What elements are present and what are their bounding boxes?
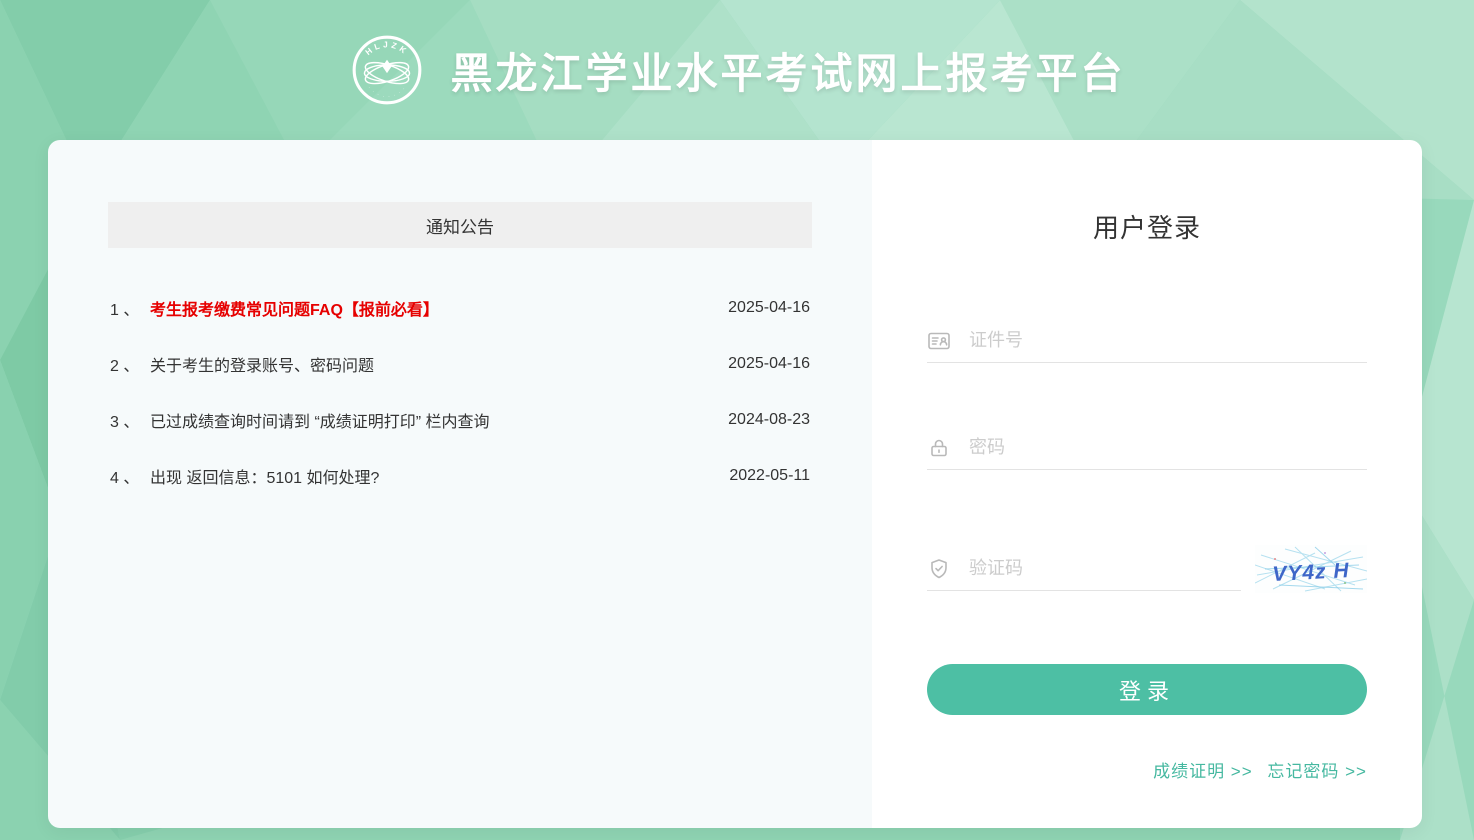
svg-text:· · · · · · · ·: · · · · · · · · — [367, 85, 407, 98]
page-title: 黑龙江学业水平考试网上报考平台 — [450, 40, 1125, 101]
notice-board-title: 通知公告 — [108, 202, 812, 248]
notice-panel: 通知公告 1 、 考生报考缴费常见问题FAQ【报前必看】 2025-04-16 … — [48, 140, 872, 828]
login-title: 用户登录 — [872, 208, 1422, 245]
shield-check-icon — [927, 557, 951, 581]
notice-item-number: 3 、 — [110, 408, 150, 432]
svg-text:VY4z H: VY4z H — [1272, 559, 1350, 586]
notice-item-date: 2024-08-23 — [708, 411, 810, 429]
bottom-links: 成绩证明 >> 忘记密码 >> — [927, 757, 1367, 782]
notice-item-date: 2025-04-16 — [708, 355, 810, 373]
notice-item-number: 1 、 — [110, 296, 150, 320]
page: HLJZK · · · · · · · · 黑龙江学业水平考试网上报考平台 通知… — [0, 0, 1474, 840]
score-certificate-link[interactable]: 成绩证明 >> — [1153, 762, 1253, 781]
captcha-field — [927, 547, 1241, 591]
id-number-field — [927, 319, 1367, 363]
notice-item-1[interactable]: 1 、 考生报考缴费常见问题FAQ【报前必看】 2025-04-16 — [110, 280, 810, 336]
notice-item-3[interactable]: 3 、 已过成绩查询时间请到 “成绩证明打印” 栏内查询 2024-08-23 — [110, 392, 810, 448]
notice-item-date: 2022-05-11 — [709, 467, 810, 485]
brand: HLJZK · · · · · · · · 黑龙江学业水平考试网上报考平台 — [348, 31, 1125, 109]
login-panel: 用户登录 — [872, 140, 1422, 828]
login-button[interactable]: 登录 — [927, 664, 1367, 715]
site-logo-icon: HLJZK · · · · · · · · — [348, 31, 426, 109]
notice-item-link[interactable]: 出现 返回信息：5101 如何处理? — [150, 464, 379, 488]
notice-item-date: 2025-04-16 — [708, 299, 810, 317]
id-card-icon — [927, 329, 951, 353]
lock-icon — [927, 436, 951, 460]
main-card: 通知公告 1 、 考生报考缴费常见问题FAQ【报前必看】 2025-04-16 … — [48, 140, 1422, 828]
captcha-input[interactable] — [969, 558, 1241, 579]
id-number-input[interactable] — [969, 330, 1367, 351]
header: HLJZK · · · · · · · · 黑龙江学业水平考试网上报考平台 — [0, 0, 1474, 140]
captcha-row: VY4z H — [927, 545, 1367, 591]
notice-item-link[interactable]: 考生报考缴费常见问题FAQ【报前必看】 — [150, 296, 439, 320]
notice-item-number: 2 、 — [110, 352, 150, 376]
notice-list: 1 、 考生报考缴费常见问题FAQ【报前必看】 2025-04-16 2 、 关… — [110, 280, 810, 504]
notice-item-link[interactable]: 关于考生的登录账号、密码问题 — [150, 352, 374, 376]
notice-item-link[interactable]: 已过成绩查询时间请到 “成绩证明打印” 栏内查询 — [150, 408, 490, 432]
password-field — [927, 426, 1367, 470]
notice-item-4[interactable]: 4 、 出现 返回信息：5101 如何处理? 2022-05-11 — [110, 448, 810, 504]
notice-item-number: 4 、 — [110, 464, 150, 488]
login-form: VY4z H 登录 成绩证明 >> 忘记密码 >> — [927, 319, 1367, 782]
notice-item-2[interactable]: 2 、 关于考生的登录账号、密码问题 2025-04-16 — [110, 336, 810, 392]
captcha-image[interactable]: VY4z H — [1255, 545, 1367, 593]
password-input[interactable] — [969, 437, 1367, 458]
forgot-password-link[interactable]: 忘记密码 >> — [1267, 762, 1367, 781]
